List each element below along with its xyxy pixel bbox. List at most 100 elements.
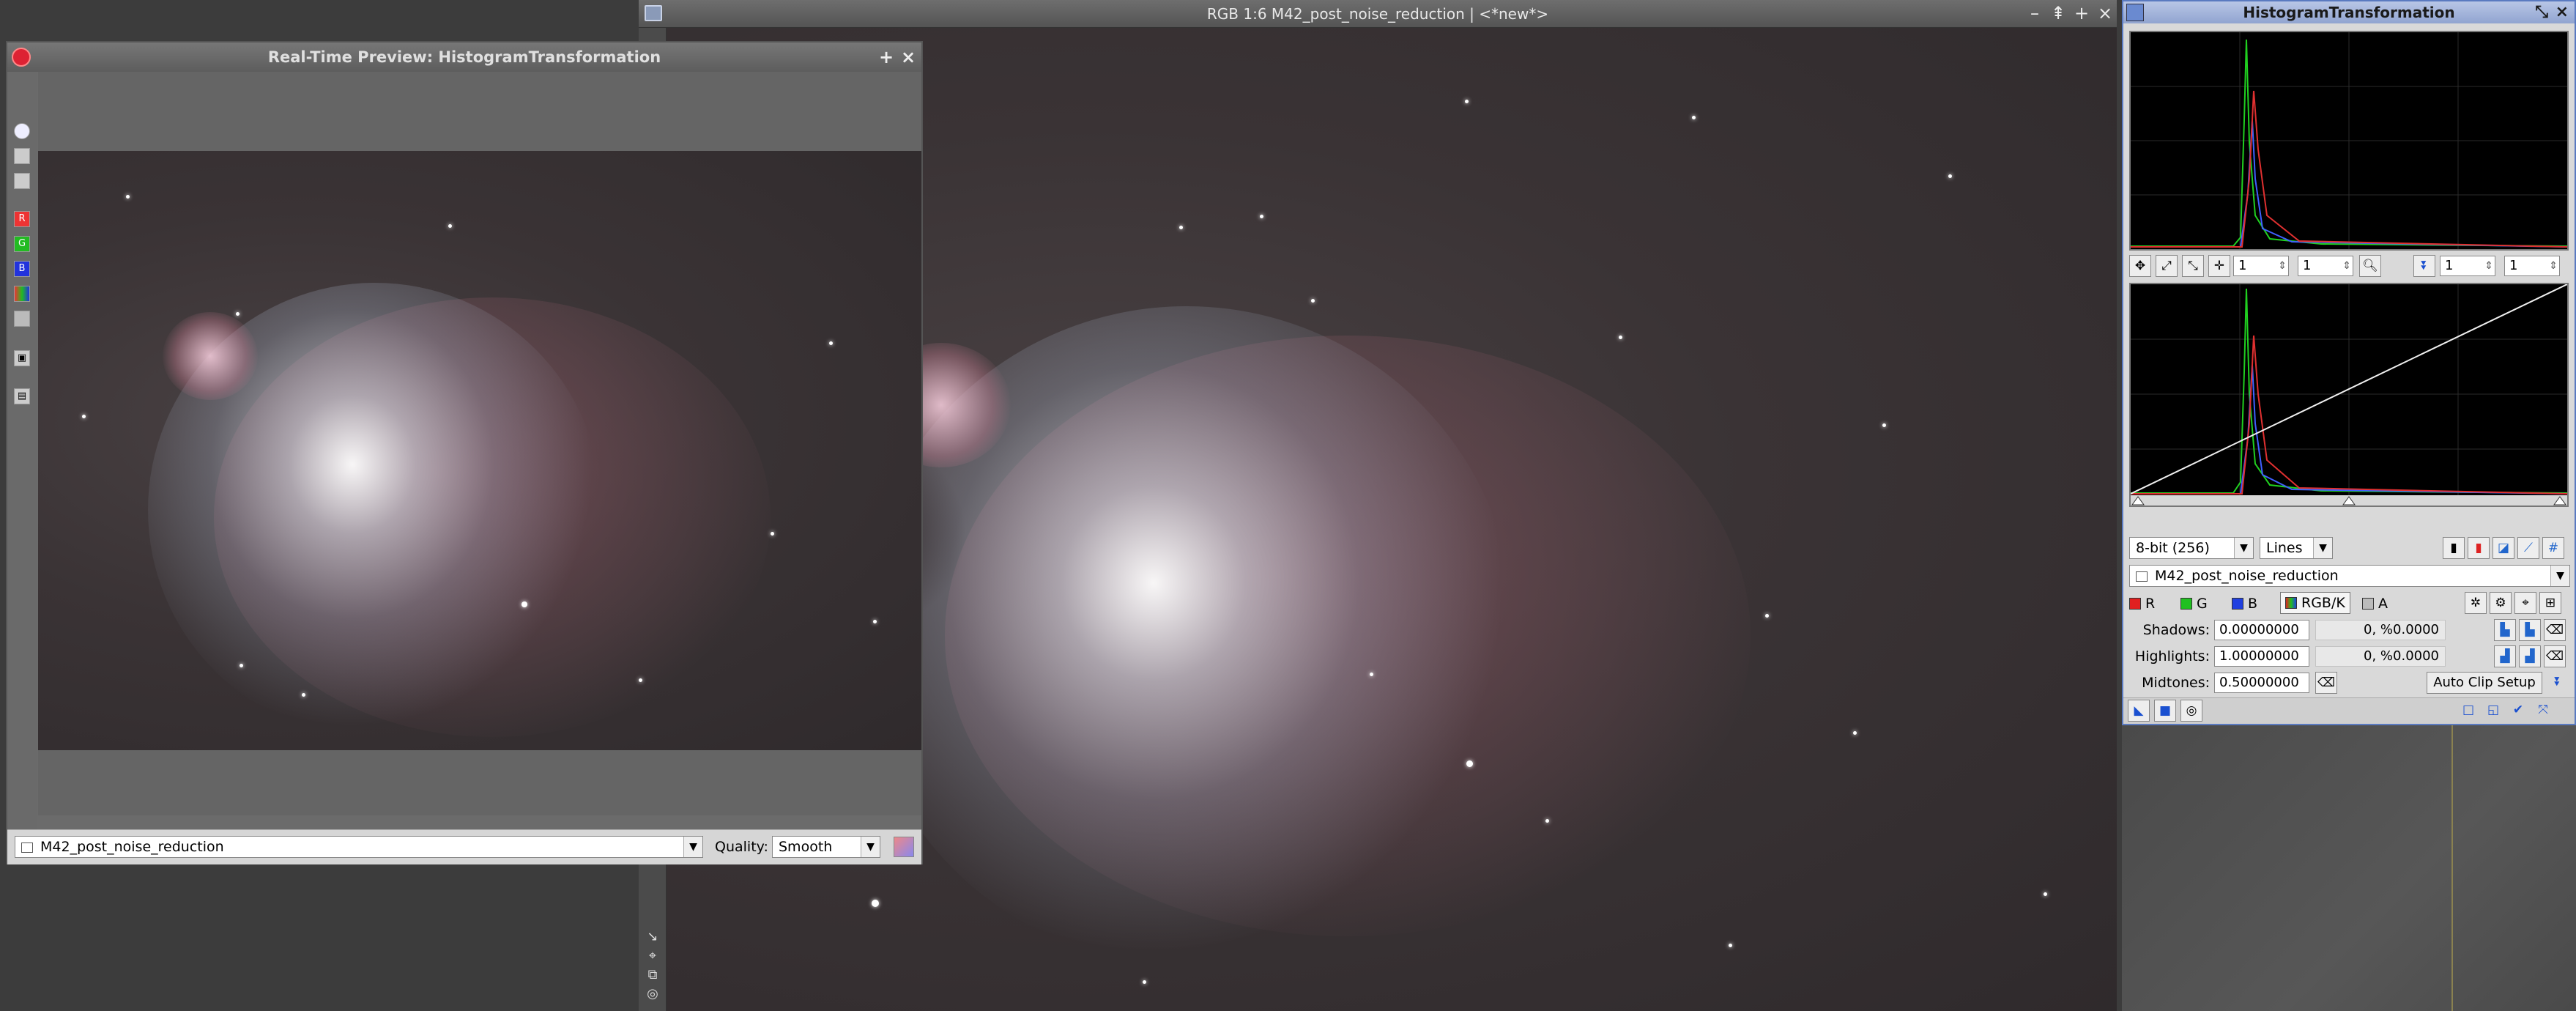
histogram-panel-titlebar[interactable]: HistogramTransformation ⤡ ×	[2123, 1, 2575, 23]
gear-icon[interactable]: ⚙	[2490, 592, 2512, 614]
shadows-auto-icon[interactable]: ▙	[2494, 619, 2516, 641]
input-histogram-svg	[2131, 32, 2568, 249]
preview-view-selector[interactable]: M42_post_noise_reduction ▼	[15, 836, 703, 858]
shadows-auto-all-icon[interactable]: ▙	[2519, 619, 2541, 641]
quality-select[interactable]: Smooth ▼	[772, 836, 880, 858]
process-icon[interactable]	[2126, 4, 2144, 21]
channel-b-toggle[interactable]: B	[2232, 593, 2257, 614]
histogram-mode-icon[interactable]: ▮	[2443, 537, 2465, 559]
real-time-preview-window[interactable]: Real-Time Preview: HistogramTransformati…	[6, 41, 923, 864]
expand-icon[interactable]: ⊞	[2539, 592, 2561, 614]
new-instance-icon[interactable]: ◣	[2128, 700, 2150, 722]
resolution-select[interactable]: 8-bit (256) ▼	[2129, 537, 2254, 559]
grid-toggle-icon[interactable]: #	[2542, 537, 2564, 559]
histogram-panel-title: HistogramTransformation	[2243, 4, 2455, 21]
camera-icon[interactable]: ▣	[14, 350, 30, 366]
chevron-down-icon[interactable]: ▼	[2313, 538, 2332, 558]
channel-r-toggle[interactable]: R	[2129, 593, 2155, 614]
shade-button[interactable]: ⇞	[2048, 0, 2068, 28]
target-view-select[interactable]: M42_post_noise_reduction ▼	[2129, 565, 2570, 587]
red-channel-icon[interactable]: R	[14, 211, 30, 227]
chevron-down-icon[interactable]: ▼	[683, 837, 702, 857]
shadows-reset-icon[interactable]: ⌫	[2544, 619, 2566, 641]
preview-close-button[interactable]: ×	[898, 44, 918, 72]
target-icon[interactable]: ◎	[644, 986, 661, 1002]
midtones-input[interactable]: 0.50000000	[2214, 673, 2309, 693]
input-histogram-plot[interactable]	[2129, 31, 2569, 251]
highlights-auto-icon[interactable]: ▟	[2494, 645, 2516, 667]
preview-window-title: Real-Time Preview: HistogramTransformati…	[267, 48, 661, 66]
auto-clip-setup-button[interactable]: Auto Clip Setup	[2427, 672, 2542, 694]
channel-a-toggle[interactable]: A	[2362, 593, 2388, 614]
shadows-input[interactable]: 0.00000000	[2214, 620, 2309, 640]
chevron-down-icon[interactable]: ▼	[861, 837, 880, 857]
double-chevron-down-icon[interactable]: ⏬︎	[2413, 255, 2435, 277]
circle-tool-icon[interactable]	[14, 123, 30, 139]
histogram-red-mode-icon[interactable]: ▮	[2468, 537, 2490, 559]
pan-tool-icon[interactable]: ✥	[2129, 255, 2151, 277]
highlights-label: Highlights:	[2134, 648, 2210, 664]
output-histogram-plot[interactable]	[2129, 283, 2569, 507]
close-button[interactable]: ×	[2095, 0, 2115, 28]
chevron-down-icon[interactable]: ▼	[2234, 538, 2253, 558]
highlights-reset-icon[interactable]: ⌫	[2544, 645, 2566, 667]
preview-icon[interactable]: ⧉	[644, 967, 661, 983]
curve-toggle-icon[interactable]: ⟋	[2517, 537, 2539, 559]
window-menu-icon[interactable]	[645, 5, 662, 21]
green-swatch	[2180, 598, 2192, 610]
window-tool-icon[interactable]: ▤	[14, 388, 30, 404]
expand-down-icon[interactable]: ⏬︎	[2547, 672, 2569, 694]
output-zoom-v-spinner[interactable]: 1	[2504, 256, 2560, 276]
fit-view-icon[interactable]: ↘	[644, 929, 661, 945]
view-icon	[2136, 571, 2148, 582]
blue-swatch	[2232, 598, 2243, 610]
fit-icon[interactable]: ⤢	[2156, 255, 2178, 277]
quality-label: Quality:	[715, 839, 768, 855]
channel-g-toggle[interactable]: G	[2180, 593, 2208, 614]
highlights-input[interactable]: 1.00000000	[2214, 646, 2309, 667]
output-zoom-h-spinner[interactable]: 1	[2440, 256, 2495, 276]
magnifier-icon[interactable]: 🔍︎	[2359, 255, 2381, 277]
zoom-fit-icon[interactable]: ⤡	[2182, 255, 2204, 277]
workspace-background	[2122, 725, 2576, 1011]
browse-docs-icon[interactable]: □	[2457, 700, 2479, 722]
main-window-titlebar[interactable]: RGB 1:6 M42_post_noise_reduction | <*new…	[639, 0, 2117, 28]
alpha-swatch	[2362, 598, 2374, 610]
panel-shade-icon[interactable]: ⤡	[2535, 1, 2548, 23]
graph-style-select[interactable]: Lines ▼	[2260, 537, 2333, 559]
preview-bottom-bar: M42_post_noise_reduction ▼ Quality: Smoo…	[7, 829, 921, 864]
move-icon[interactable]: ✛	[2208, 255, 2230, 277]
input-zoom-h-spinner[interactable]: 1	[2233, 256, 2289, 276]
rgb-swatch	[2285, 597, 2297, 609]
view-icon	[21, 842, 33, 853]
minimize-button[interactable]: –	[2024, 0, 2045, 28]
rgb-channel-icon[interactable]	[14, 286, 30, 302]
track-view-icon[interactable]: ◱	[2482, 700, 2504, 722]
zoom-icon[interactable]: ⌖	[644, 948, 661, 964]
panel-close-icon[interactable]: ×	[2555, 1, 2569, 23]
preview-process-icon[interactable]	[12, 48, 31, 67]
highlights-auto-all-icon[interactable]: ▟	[2519, 645, 2541, 667]
blue-channel-icon[interactable]: B	[14, 261, 30, 277]
dashed-square-tool-icon[interactable]	[14, 173, 30, 189]
preview-add-button[interactable]: +	[876, 44, 897, 72]
reset-icon[interactable]: ⤧	[2532, 700, 2554, 722]
realtime-preview-icon[interactable]: ◎	[2180, 700, 2202, 722]
chevron-down-icon[interactable]: ▼	[2550, 566, 2569, 586]
histogram-graph-icon[interactable]: ◪	[2493, 537, 2514, 559]
channel-rgbk-toggle[interactable]: RGB/K	[2280, 592, 2350, 614]
green-channel-icon[interactable]: G	[14, 236, 30, 252]
apply-icon[interactable]: ■	[2154, 700, 2176, 722]
preview-image[interactable]	[38, 151, 921, 750]
preview-titlebar[interactable]: Real-Time Preview: HistogramTransformati…	[7, 42, 921, 72]
maximize-button[interactable]: +	[2071, 0, 2092, 28]
square-tool-icon[interactable]	[14, 148, 30, 164]
star-reset-icon[interactable]: ✲	[2465, 592, 2487, 614]
histogram-transformation-panel[interactable]: HistogramTransformation ⤡ × ✥ ⤢ ⤡ ✛ 1 1 …	[2122, 0, 2576, 725]
alpha-channel-icon[interactable]	[14, 311, 30, 327]
apply-check-icon[interactable]: ✔	[2507, 700, 2529, 722]
crosshair-icon[interactable]: ⌖	[2514, 592, 2536, 614]
preview-options-icon[interactable]	[894, 837, 914, 857]
midtones-reset-icon[interactable]: ⌫	[2315, 672, 2337, 694]
input-zoom-v-spinner[interactable]: 1	[2298, 256, 2353, 276]
